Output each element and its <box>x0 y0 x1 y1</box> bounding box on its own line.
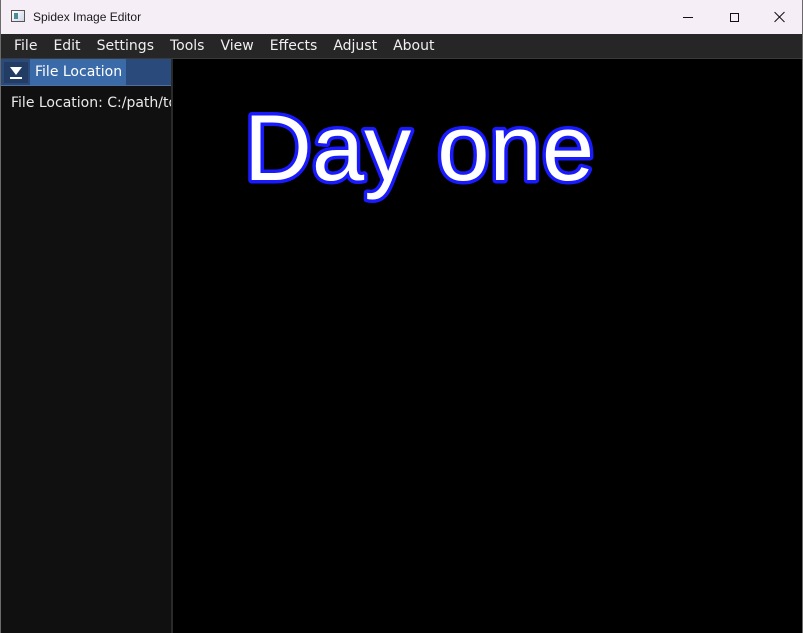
menu-bar: File Edit Settings Tools View Effects Ad… <box>1 34 802 59</box>
menu-effects[interactable]: Effects <box>262 34 326 59</box>
panel-header: File Location <box>1 59 171 86</box>
menu-adjust[interactable]: Adjust <box>325 34 385 59</box>
canvas-svg: Day one <box>241 92 598 204</box>
minimize-button[interactable] <box>665 0 711 34</box>
minimize-icon <box>683 16 693 18</box>
close-icon <box>774 11 786 23</box>
canvas-text-layer[interactable]: Day one <box>241 92 598 204</box>
menu-file[interactable]: File <box>6 34 45 59</box>
app-window: Spidex Image Editor File Edit Settings T… <box>0 0 803 633</box>
app-window-icon <box>11 10 25 22</box>
underline-bar <box>10 77 22 79</box>
menu-edit[interactable]: Edit <box>45 34 88 59</box>
close-button[interactable] <box>757 0 802 34</box>
file-location-panel: File Location File Location: C:/path/to <box>1 59 173 633</box>
menu-view[interactable]: View <box>212 34 261 59</box>
image-canvas[interactable]: Day one <box>173 59 802 633</box>
collapse-triangle-icon[interactable] <box>4 62 28 83</box>
menu-about[interactable]: About <box>385 34 442 59</box>
menu-settings[interactable]: Settings <box>89 34 162 59</box>
window-title: Spidex Image Editor <box>33 10 142 24</box>
menu-tools[interactable]: Tools <box>162 34 213 59</box>
title-bar[interactable]: Spidex Image Editor <box>1 0 802 34</box>
maximize-button[interactable] <box>711 0 757 34</box>
panel-tab-file-location[interactable]: File Location <box>30 59 126 85</box>
triangle-down-icon <box>10 66 22 75</box>
maximize-icon <box>729 12 739 22</box>
file-location-text: File Location: C:/path/to <box>11 95 171 111</box>
